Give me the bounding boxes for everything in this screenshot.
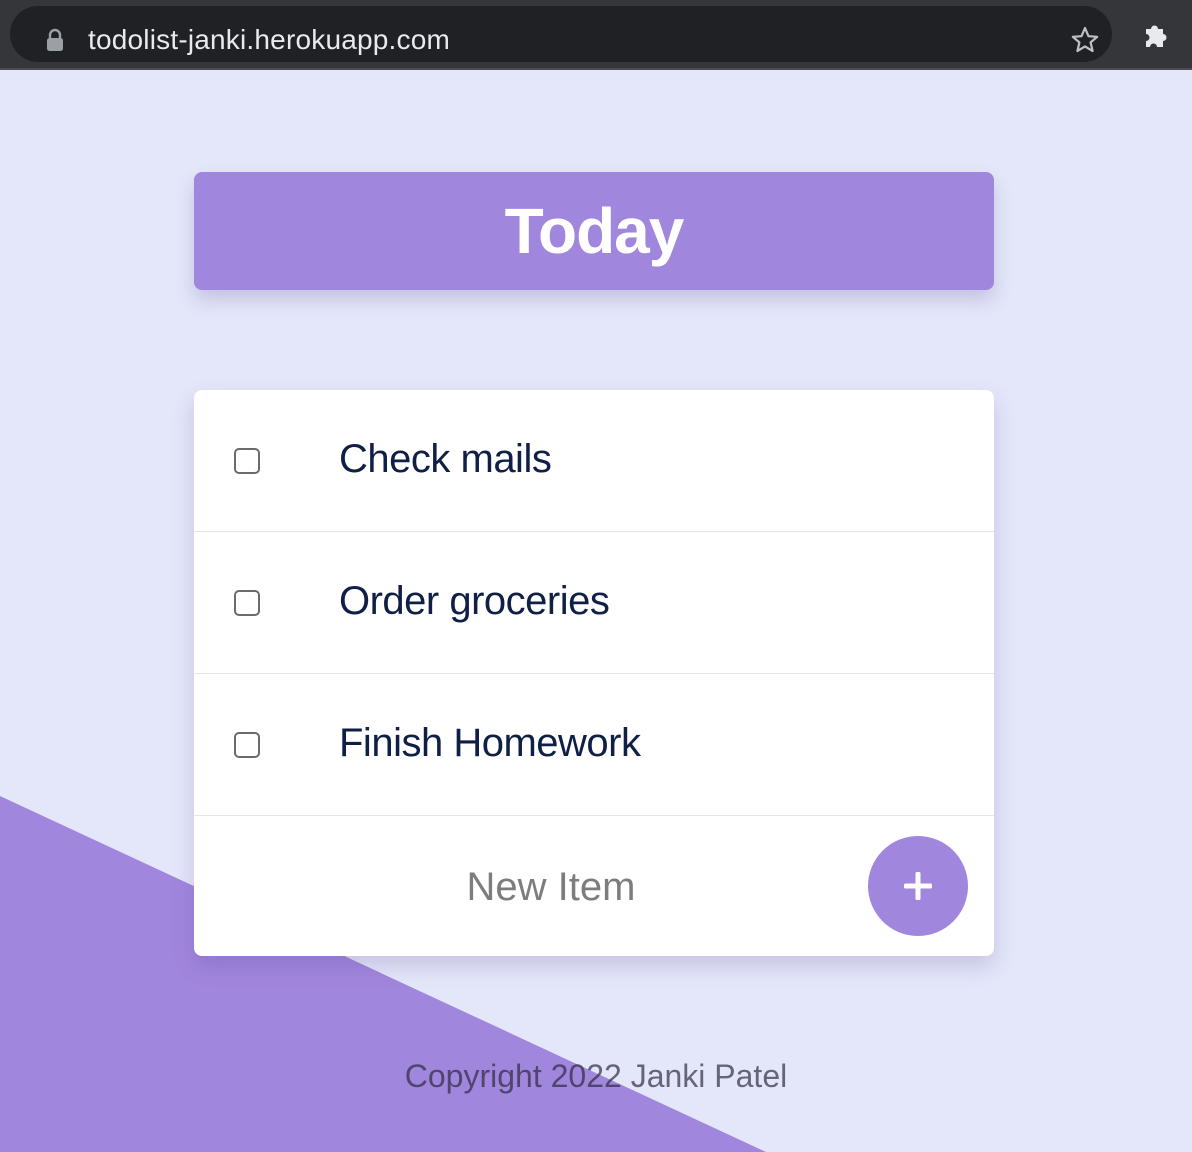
todo-item-label: Order groceries: [339, 579, 610, 623]
page-title: Today: [504, 195, 685, 267]
todo-list-card: Check mails Order groceries Finish Homew…: [194, 390, 994, 956]
footer-copyright: Copyright 2022 Janki Patel: [404, 1058, 788, 1094]
lock-icon[interactable]: [46, 28, 64, 52]
star-icon[interactable]: [1070, 25, 1100, 55]
todo-item-label: Check mails: [339, 437, 552, 481]
todo-checkbox[interactable]: [234, 448, 260, 474]
todo-item-label: Finish Homework: [339, 721, 641, 765]
add-item-button[interactable]: [868, 836, 968, 936]
plus-icon: [904, 872, 932, 900]
new-item-input[interactable]: [224, 856, 878, 918]
puzzle-icon[interactable]: [1140, 19, 1172, 51]
heading-banner: Today: [194, 172, 994, 290]
todo-checkbox[interactable]: [234, 590, 260, 616]
new-item-row: [194, 816, 994, 956]
address-bar[interactable]: todolist-janki.herokuapp.com: [10, 6, 1112, 62]
browser-toolbar: todolist-janki.herokuapp.com: [0, 0, 1192, 70]
todo-item: Finish Homework: [194, 674, 994, 816]
url-text[interactable]: todolist-janki.herokuapp.com: [88, 23, 450, 57]
todo-item: Check mails: [194, 390, 994, 532]
todo-item: Order groceries: [194, 532, 994, 674]
todo-checkbox[interactable]: [234, 732, 260, 758]
